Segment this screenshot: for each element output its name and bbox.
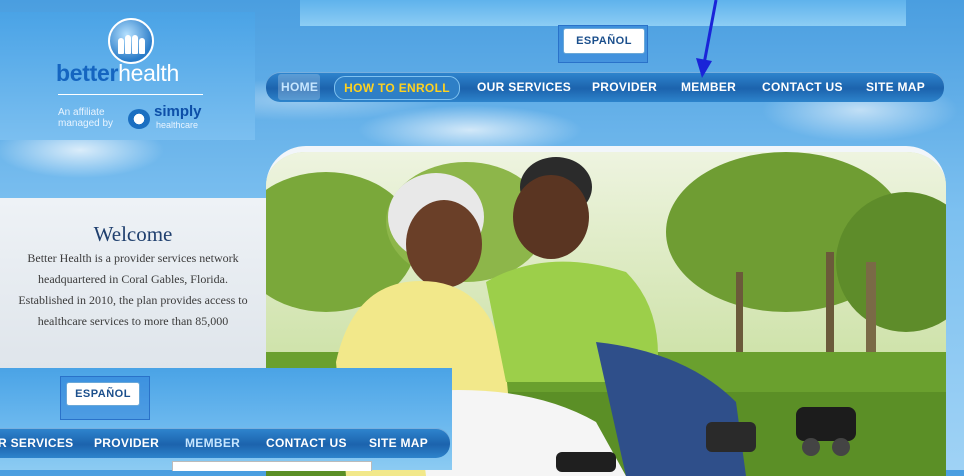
welcome-panel: Welcome Better Health is a provider serv… [0,198,266,368]
main-nav: HOME HOW TO ENROLL OUR SERVICES PROVIDER… [266,72,944,102]
partner-name: simply [154,103,202,120]
logo-divider [58,94,203,95]
welcome-body: Better Health is a provider services net… [18,251,248,328]
site-logo[interactable]: betterhealth An affiliate managed by sim… [0,12,255,140]
partner-sub: healthcare [156,120,199,130]
inset-espanol-button[interactable]: ESPAÑOL [66,382,140,406]
nav-member[interactable]: MEMBER [681,72,736,102]
inset-nav: R SERVICES PROVIDER MEMBER CONTACT US SI… [0,428,450,458]
header-top-strip [300,0,906,26]
nav-our-services[interactable]: OUR SERVICES [477,72,571,102]
nav-site-map[interactable]: SITE MAP [866,72,925,102]
inset-nav-our-services[interactable]: R SERVICES [0,428,73,458]
inset-nav-contact-us[interactable]: CONTACT US [266,428,347,458]
inset-nav-member[interactable]: MEMBER [185,428,240,458]
welcome-title: Welcome [93,222,173,246]
nav-how-to-enroll[interactable]: HOW TO ENROLL [334,76,460,100]
inset-nav-provider[interactable]: PROVIDER [94,428,159,458]
brand-name: betterhealth [56,60,179,86]
nav-home[interactable]: HOME [281,72,318,102]
nav-contact-us[interactable]: CONTACT US [762,72,843,102]
simply-swirl-icon [128,109,150,129]
espanol-button[interactable]: ESPAÑOL [563,28,645,54]
nav-provider[interactable]: PROVIDER [592,72,657,102]
family-logo-icon [108,18,154,64]
affiliate-text: An affiliate managed by [58,107,114,129]
zoomed-nav-inset: ESPAÑOL R SERVICES PROVIDER MEMBER CONTA… [0,368,452,470]
inset-nav-site-map[interactable]: SITE MAP [369,428,428,458]
